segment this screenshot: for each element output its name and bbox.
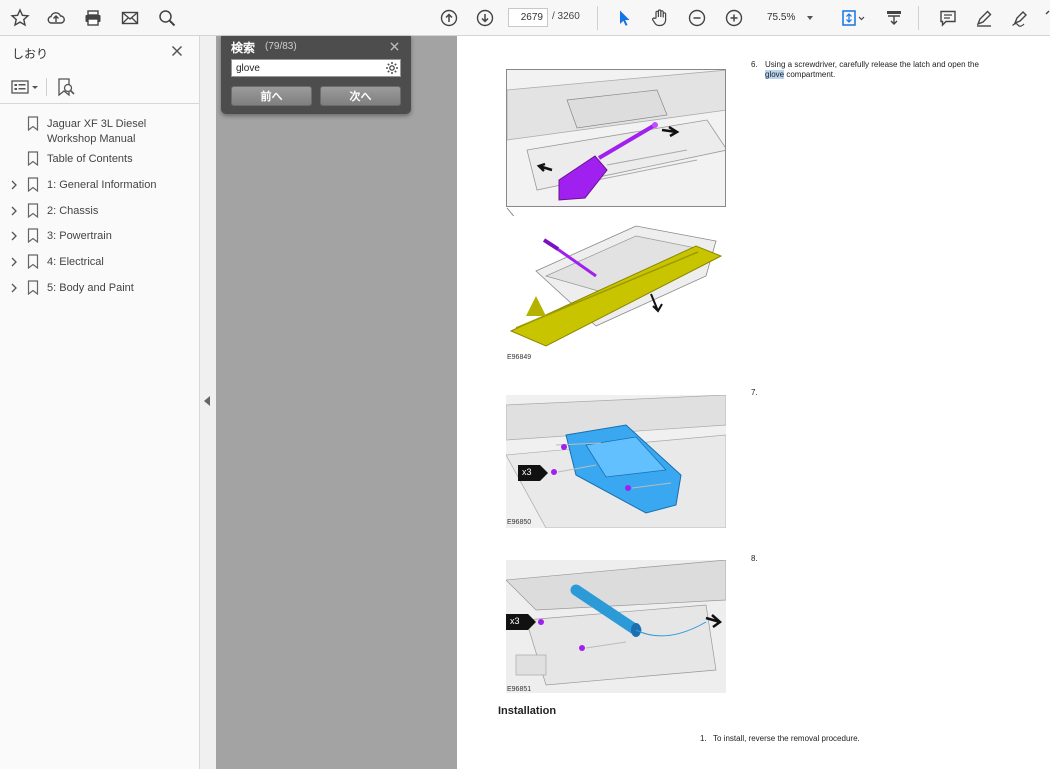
bookmarks-pane: しおり Jaguar XF 3L Diesel Workshop Manual … — [0, 36, 200, 769]
print-icon[interactable] — [79, 4, 107, 32]
chevron-down-icon — [807, 16, 813, 20]
zoom-in-icon[interactable] — [720, 4, 748, 32]
comment-icon[interactable] — [934, 4, 962, 32]
more-tools-icon[interactable] — [1038, 4, 1050, 32]
scroll-mode-icon[interactable] — [880, 4, 908, 32]
chevron-right-icon[interactable] — [8, 255, 20, 269]
find-title: 検索 — [231, 41, 256, 55]
document-page: E96849 x3 E96850 x3 E96851 6. Using a sc… — [457, 36, 1050, 769]
bookmark-icon — [27, 151, 39, 166]
bookmark-label: 3: Powertrain — [47, 230, 112, 242]
find-bookmark-button[interactable] — [55, 76, 77, 98]
bookmark-label: Jaguar XF 3L Diesel Workshop Manual — [47, 118, 147, 145]
previous-page-icon[interactable] — [435, 4, 463, 32]
chevron-right-icon[interactable] — [8, 281, 20, 295]
figure-glove-compartment — [506, 216, 726, 351]
search-icon[interactable] — [153, 4, 181, 32]
bookmark-item[interactable]: Jaguar XF 3L Diesel Workshop Manual — [0, 113, 200, 149]
callout-label: x3 — [522, 467, 532, 477]
bookmark-item[interactable]: 1: General Information — [0, 174, 200, 198]
bookmark-search-icon — [58, 78, 75, 97]
toolbar: / 3260 75.5% — [0, 0, 1050, 36]
collapse-left-icon[interactable] — [204, 396, 210, 406]
bookmark-label: 4: Electrical — [47, 256, 104, 268]
step-text-after: compartment. — [784, 70, 836, 79]
callout-label: x3 — [510, 616, 520, 626]
document-area[interactable]: E96849 x3 E96850 x3 E96851 6. Using a sc… — [216, 36, 1050, 769]
bookmark-item[interactable]: 4: Electrical — [0, 251, 200, 275]
step-text: To install, reverse the removal procedur… — [713, 734, 860, 743]
figure-damper: x3 — [506, 560, 726, 693]
zoom-out-icon[interactable] — [683, 4, 711, 32]
gear-icon[interactable] — [385, 61, 399, 75]
next-page-icon[interactable] — [471, 4, 499, 32]
upload-icon[interactable] — [42, 4, 70, 32]
figure-latch-screws: x3 — [506, 395, 726, 528]
bookmark-label: 1: General Information — [47, 179, 157, 191]
find-panel: 検索 (79/83) 前へ 次へ — [221, 36, 411, 114]
find-next-button[interactable]: 次へ — [320, 86, 401, 106]
step-text-before: Using a screwdriver, carefully release t… — [765, 60, 979, 69]
chevron-right-icon[interactable] — [8, 204, 20, 218]
toolbar-divider — [46, 78, 47, 96]
bookmark-icon — [27, 116, 39, 131]
highlight-pen-icon[interactable] — [970, 4, 998, 32]
zoom-value: 75.5% — [767, 12, 796, 23]
bookmark-star-icon[interactable] — [6, 4, 34, 32]
bookmark-icon — [27, 280, 39, 295]
step-number: 6. — [751, 60, 758, 69]
close-icon[interactable] — [168, 42, 186, 60]
figure-code: E96851 — [507, 686, 532, 693]
step-number: 8. — [751, 554, 758, 563]
figure-code: E96850 — [507, 519, 532, 526]
zoom-select[interactable]: 75.5% — [760, 7, 818, 28]
mail-icon[interactable] — [116, 4, 144, 32]
quantity-callout: x3 — [506, 614, 536, 630]
bookmark-item[interactable]: 5: Body and Paint — [0, 277, 200, 301]
bookmark-label: 5: Body and Paint — [47, 282, 134, 294]
list-options-icon — [11, 80, 38, 94]
step-number: 7. — [751, 388, 758, 397]
section-heading: Installation — [498, 705, 557, 717]
toolbar-divider — [597, 6, 598, 30]
chevron-right-icon[interactable] — [8, 229, 20, 243]
bookmark-item[interactable]: 3: Powertrain — [0, 225, 200, 249]
bookmark-label: Table of Contents — [47, 153, 133, 165]
sign-icon[interactable] — [1006, 4, 1034, 32]
bookmark-icon — [27, 228, 39, 243]
find-result-count: (79/83) — [265, 41, 297, 52]
close-icon[interactable] — [387, 39, 401, 53]
page-total: / 3260 — [552, 11, 580, 22]
pdf-viewer: / 3260 75.5% — [0, 0, 1050, 769]
fit-page-icon[interactable] — [836, 4, 870, 32]
bookmark-icon — [27, 177, 39, 192]
search-highlight: glove — [765, 70, 785, 79]
chevron-right-icon[interactable] — [8, 178, 20, 192]
bookmarks-title: しおり — [12, 47, 49, 61]
step-text: Using a screwdriver, carefully release t… — [765, 60, 1000, 80]
bookmarks-toolbar — [0, 70, 200, 104]
figure-latch-release — [506, 69, 726, 207]
quantity-callout: x3 — [518, 465, 548, 481]
bookmark-label: 2: Chassis — [47, 205, 99, 217]
find-input[interactable] — [231, 59, 401, 77]
bookmark-icon — [27, 203, 39, 218]
hand-tool-icon[interactable] — [646, 4, 674, 32]
pane-collapse-handle[interactable] — [200, 36, 216, 769]
figure-code: E96849 — [507, 354, 532, 361]
select-cursor-icon[interactable] — [610, 4, 638, 32]
step-number: 1. — [700, 734, 707, 743]
page-number-input[interactable] — [508, 8, 548, 27]
bookmark-item[interactable]: Table of Contents — [0, 148, 200, 172]
bookmark-icon — [27, 254, 39, 269]
bookmark-item[interactable]: 2: Chassis — [0, 200, 200, 224]
find-previous-button[interactable]: 前へ — [231, 86, 312, 106]
options-menu-button[interactable] — [10, 78, 42, 96]
toolbar-divider — [918, 6, 919, 30]
